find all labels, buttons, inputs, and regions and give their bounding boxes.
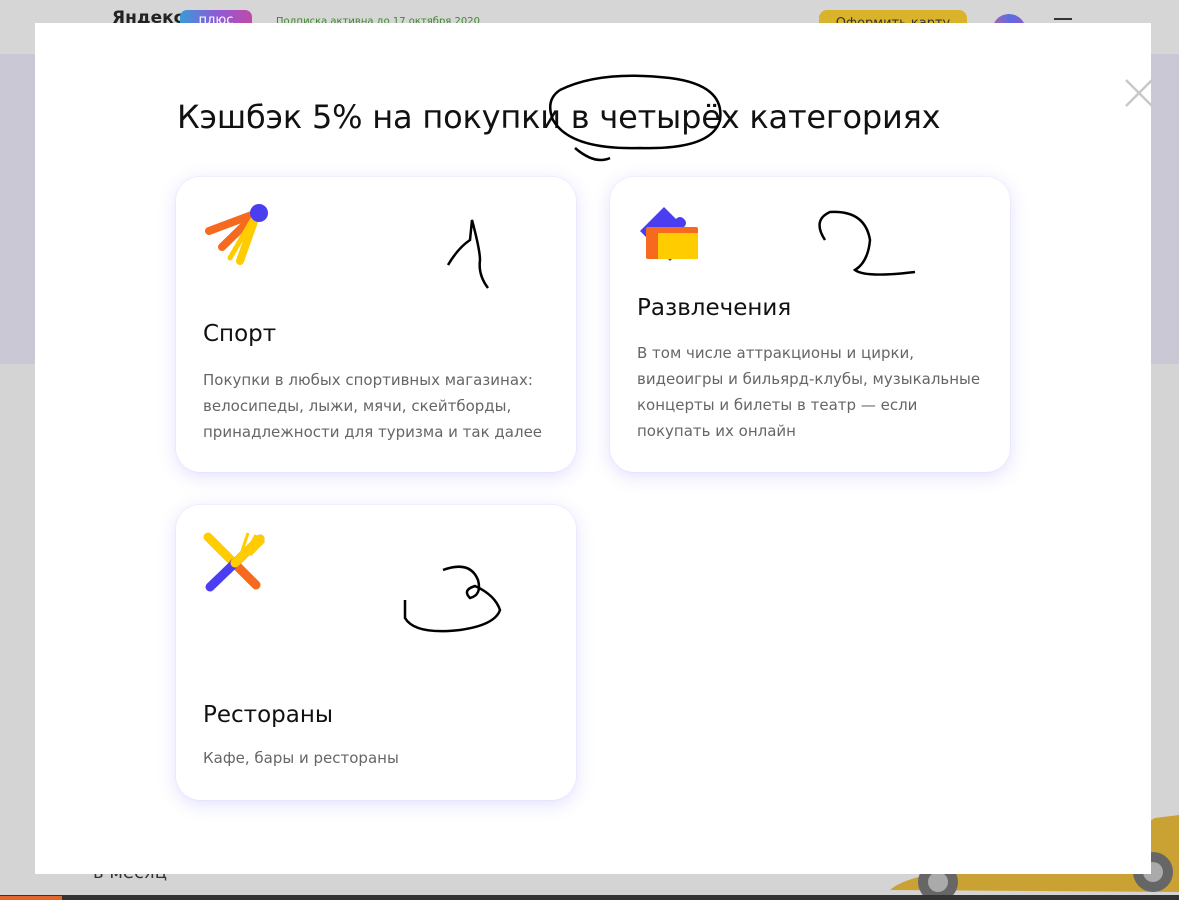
background-bottom-accent	[0, 896, 62, 900]
tickets-icon	[640, 207, 698, 261]
category-card-sport: Спорт Покупки в любых спортивных магазин…	[176, 177, 576, 472]
category-description: В том числе аттракционы и цирки, видеоиг…	[637, 344, 981, 440]
modal-title: Кэшбэк 5% на покупки в четырёх категория…	[177, 98, 941, 136]
category-title: Спорт	[203, 321, 277, 347]
badminton-shuttlecock-icon	[205, 204, 268, 265]
close-icon[interactable]	[1123, 77, 1155, 109]
background-bottom-strip	[0, 895, 1179, 900]
category-title: Рестораны	[203, 702, 334, 728]
category-description: Кафе, бары и рестораны	[203, 749, 399, 767]
fork-knife-icon	[203, 532, 266, 592]
category-description: Покупки в любых спортивных магазинах: ве…	[203, 371, 543, 441]
category-card-entertainment: Развлечения В том числе аттракционы и ци…	[610, 177, 1010, 472]
category-title: Развлечения	[637, 295, 792, 321]
category-card-restaurants: Рестораны Кафе, бары и рестораны	[176, 505, 576, 800]
